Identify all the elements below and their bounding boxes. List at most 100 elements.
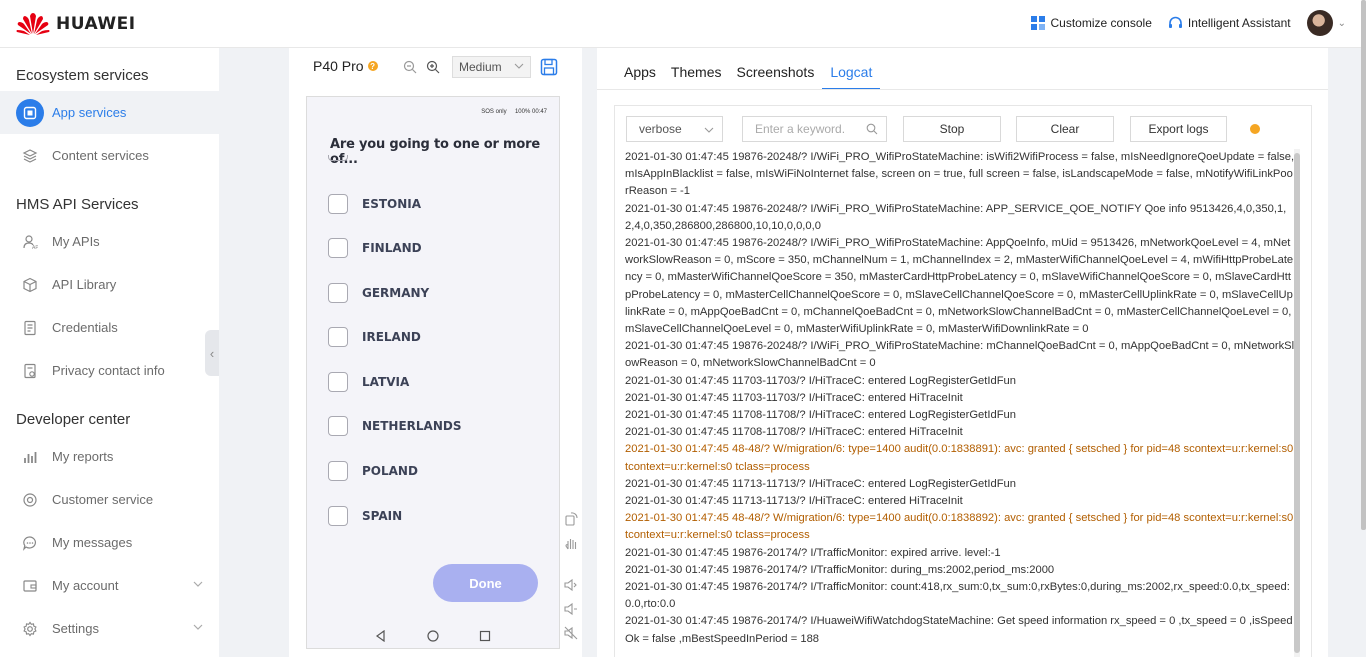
bar-chart-icon xyxy=(16,443,44,471)
headset-assistant-icon xyxy=(1168,16,1182,28)
sidebar-item-label: API Library xyxy=(52,277,117,292)
checkbox[interactable] xyxy=(328,416,348,436)
huawei-logo[interactable]: HUAWEI xyxy=(16,12,136,36)
search-icon[interactable] xyxy=(866,123,878,135)
sidebar-item-my-reports[interactable]: My reports xyxy=(0,435,219,478)
tab-divider xyxy=(597,89,1328,90)
done-button[interactable]: Done xyxy=(433,564,538,602)
sidebar-item-content-services[interactable]: Content services xyxy=(0,134,219,177)
recents-icon[interactable] xyxy=(479,630,491,642)
partial-checkbox[interactable] xyxy=(328,155,348,161)
option-ireland[interactable]: IRELAND xyxy=(328,326,421,348)
device-screen[interactable]: SOS only 100% 00:47 Are you going to one… xyxy=(306,96,560,649)
sidebar-item-my-apis[interactable]: API My APIs xyxy=(0,220,219,263)
keyword-search-input[interactable]: Enter a keyword. xyxy=(742,116,887,142)
intelligent-assistant-label: Intelligent Assistant xyxy=(1187,16,1291,30)
tab-screenshots[interactable]: Screenshots xyxy=(737,56,815,90)
option-label: FINLAND xyxy=(362,241,422,255)
sidebar-item-label: Settings xyxy=(52,621,99,636)
sidebar-item-my-messages[interactable]: My messages xyxy=(0,521,219,564)
chat-icon xyxy=(16,529,44,557)
user-menu[interactable]: ⌄ xyxy=(1306,10,1346,36)
customize-console-label: Customize console xyxy=(1050,16,1152,30)
chevron-down-icon xyxy=(704,127,714,133)
checkbox[interactable] xyxy=(328,461,348,481)
export-logs-button[interactable]: Export logs xyxy=(1130,116,1227,142)
option-spain[interactable]: SPAIN xyxy=(328,505,402,527)
device-side-tools xyxy=(563,511,579,649)
option-netherlands[interactable]: NETHERLANDS xyxy=(328,415,462,437)
checkbox[interactable] xyxy=(328,327,348,347)
sidebar-item-app-services[interactable]: App services xyxy=(0,91,219,134)
option-latvia[interactable]: LATVIA xyxy=(328,371,409,393)
rotate-icon[interactable] xyxy=(563,511,579,527)
clear-button[interactable]: Clear xyxy=(1016,116,1114,142)
option-estonia[interactable]: ESTONIA xyxy=(328,193,421,215)
chevron-down-icon xyxy=(193,581,203,587)
sidebar-item-label: Content services xyxy=(52,148,149,163)
document-icon xyxy=(16,314,44,342)
privacy-doc-icon xyxy=(16,357,44,385)
resolution-value: Medium xyxy=(459,60,502,74)
tab-apps[interactable]: Apps xyxy=(624,56,656,90)
scrollbar-thumb[interactable] xyxy=(1294,153,1300,653)
log-line: 2021-01-30 01:47:45 19876-20174/? I/Huaw… xyxy=(625,615,1293,645)
screenshot-save-icon[interactable] xyxy=(540,58,558,76)
checkbox[interactable] xyxy=(328,506,348,526)
sidebar-item-api-library[interactable]: API Library xyxy=(0,263,219,306)
customize-console-button[interactable]: Customize console xyxy=(1031,16,1152,30)
log-line: 2021-01-30 01:47:45 19876-20248/? I/WiFi… xyxy=(625,237,1294,336)
tab-logcat[interactable]: Logcat xyxy=(822,56,881,90)
gesture-icon[interactable] xyxy=(563,535,579,551)
option-label: GERMANY xyxy=(362,286,430,300)
checkbox[interactable] xyxy=(328,372,348,392)
zoom-in-icon[interactable] xyxy=(426,60,440,74)
stop-button[interactable]: Stop xyxy=(903,116,1001,142)
option-label: LATVIA xyxy=(362,375,410,389)
option-finland[interactable]: FINLAND xyxy=(328,237,422,259)
help-badge-icon[interactable] xyxy=(1250,124,1260,134)
grid-icon xyxy=(1031,16,1046,30)
sidebar-item-my-account[interactable]: My account xyxy=(0,564,219,607)
sidebar-collapse-handle[interactable]: ‹ xyxy=(205,330,219,376)
android-nav-bar xyxy=(307,630,559,642)
intelligent-assistant-button[interactable]: Intelligent Assistant xyxy=(1168,16,1291,31)
log-level-select[interactable]: verbose xyxy=(626,116,723,142)
page-scrollbar[interactable] xyxy=(1361,0,1366,530)
resolution-select[interactable]: Medium xyxy=(452,56,531,78)
sidebar-item-settings[interactable]: Settings xyxy=(0,607,219,650)
section-title-hms: HMS API Services xyxy=(16,196,139,213)
sidebar-item-customer-service[interactable]: Customer service xyxy=(0,478,219,521)
log-line: 2021-01-30 01:47:45 19876-20174/? I/Traf… xyxy=(625,563,1055,576)
sidebar: Ecosystem services App services Content … xyxy=(0,48,219,657)
sidebar-item-label: Customer service xyxy=(52,492,154,507)
log-line: 2021-01-30 01:47:45 19876-20248/? I/WiFi… xyxy=(625,340,1295,370)
checkbox[interactable] xyxy=(328,283,348,303)
sidebar-item-label: Credentials xyxy=(52,320,118,335)
section-title-ecosystem: Ecosystem services xyxy=(16,67,149,84)
back-icon[interactable] xyxy=(375,630,387,642)
tab-themes[interactable]: Themes xyxy=(671,56,722,90)
zoom-out-icon[interactable] xyxy=(403,60,417,74)
volume-up-icon[interactable] xyxy=(563,577,579,593)
log-line: 2021-01-30 01:47:45 19876-20248/? I/WiFi… xyxy=(625,151,1295,198)
option-germany[interactable]: GERMANY xyxy=(328,282,429,304)
checkbox[interactable] xyxy=(328,238,348,258)
status-bar: SOS only 100% 00:47 xyxy=(481,109,547,115)
log-line: 2021-01-30 01:47:45 48-48/? W/migration/… xyxy=(625,443,1294,473)
sidebar-item-credentials[interactable]: Credentials xyxy=(0,306,219,349)
checkbox[interactable] xyxy=(328,194,348,214)
brand-name: HUAWEI xyxy=(56,14,136,34)
home-icon[interactable] xyxy=(427,630,439,642)
mute-icon[interactable] xyxy=(563,625,579,641)
status-right: 100% 00:47 xyxy=(514,109,547,115)
log-line: 2021-01-30 01:47:45 48-48/? W/migration/… xyxy=(625,512,1294,542)
app-services-icon xyxy=(16,98,44,127)
volume-down-icon[interactable] xyxy=(563,601,579,617)
log-line: 2021-01-30 01:47:45 19876-20174/? I/Traf… xyxy=(625,546,1001,559)
log-scrollbar[interactable] xyxy=(1294,149,1300,657)
option-poland[interactable]: POLAND xyxy=(328,460,418,482)
device-panel: P40 Pro ? Medium SOS only 100% 00:47 Are… xyxy=(289,48,582,657)
sidebar-item-privacy-contact[interactable]: Privacy contact info xyxy=(0,349,219,392)
info-badge-icon[interactable]: ? xyxy=(367,61,378,71)
